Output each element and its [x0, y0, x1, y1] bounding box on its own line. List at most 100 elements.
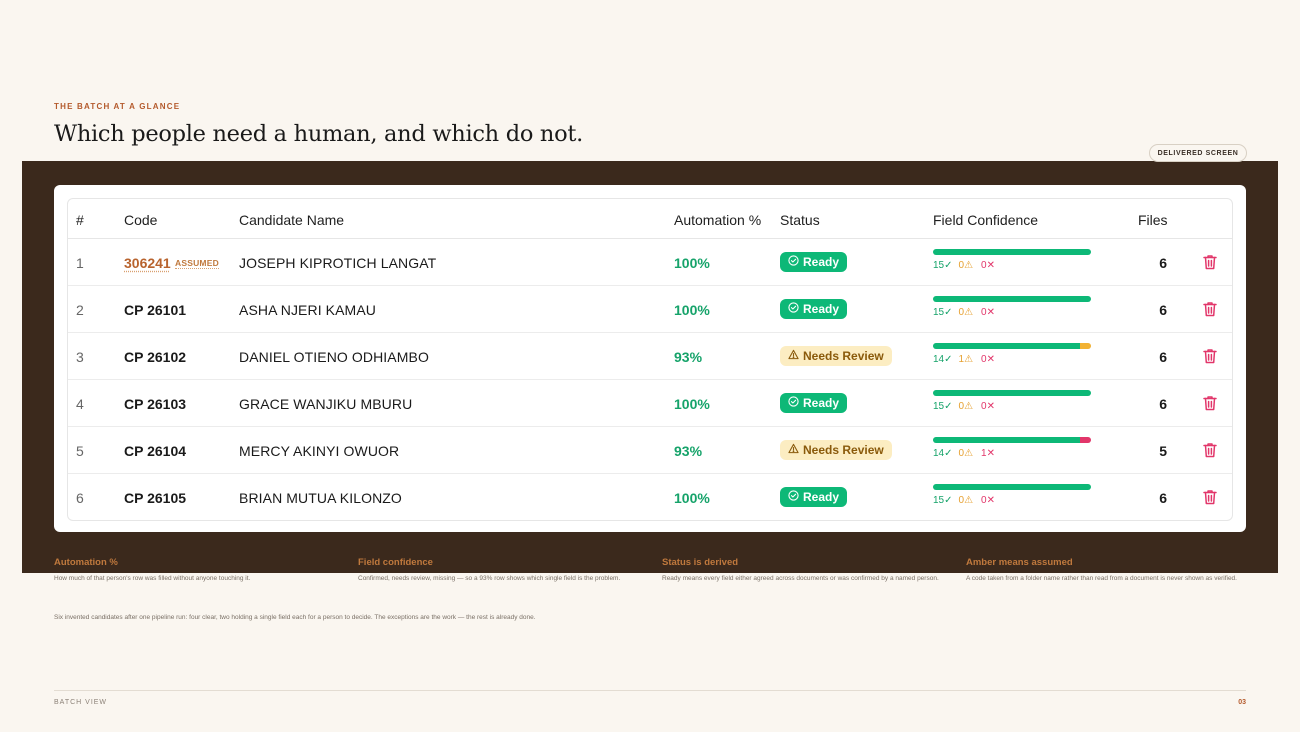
- status-label: Needs Review: [803, 349, 884, 363]
- confidence-segment: [933, 343, 1081, 349]
- file-count: 5: [1159, 443, 1167, 459]
- status-badge: Ready: [780, 299, 848, 321]
- col-header-name[interactable]: Candidate Name: [239, 212, 344, 228]
- confirmed-count: 14✓: [933, 448, 953, 459]
- status-label: Ready: [803, 396, 840, 410]
- confirmed-count: 15✓: [933, 495, 953, 506]
- missing-count: 0✕: [981, 401, 995, 412]
- candidate-code: CP 26104: [124, 443, 187, 459]
- warning-triangle-icon: [788, 442, 799, 462]
- status-label: Ready: [803, 490, 840, 504]
- check-circle-icon: [788, 254, 799, 274]
- footnote: Six invented candidates after one pipeli…: [54, 614, 536, 621]
- automation-percent: 100%: [674, 302, 710, 318]
- review-count: 0⚠: [958, 495, 974, 506]
- file-count: 6: [1159, 490, 1167, 506]
- eyebrow: THE BATCH AT A GLANCE: [54, 102, 181, 111]
- candidate-name[interactable]: ASHA NJERI KAMAU: [239, 302, 376, 318]
- missing-count: 1✕: [981, 448, 995, 459]
- trash-icon[interactable]: [1203, 442, 1217, 458]
- note-title: Automation %: [54, 557, 118, 568]
- confidence-segment: [933, 484, 1091, 490]
- row-number: 2: [76, 302, 84, 318]
- col-header-status[interactable]: Status: [780, 212, 820, 228]
- file-count: 6: [1159, 349, 1167, 365]
- automation-percent: 100%: [674, 490, 710, 506]
- check-circle-icon: [788, 489, 799, 509]
- status-badge: Ready: [780, 487, 848, 509]
- candidate-name[interactable]: DANIEL OTIENO ODHIAMBO: [239, 349, 429, 365]
- col-header-number: #: [76, 212, 84, 228]
- col-header-files[interactable]: Files: [1138, 212, 1168, 228]
- row-number: 1: [76, 255, 84, 271]
- page-number: 03: [1238, 699, 1246, 706]
- note-automation: Automation % How much of that person's r…: [54, 557, 334, 584]
- col-header-automation[interactable]: Automation %: [674, 212, 761, 228]
- col-header-code[interactable]: Code: [124, 212, 157, 228]
- field-confidence: 15✓ 0⚠ 0✕: [933, 390, 1093, 412]
- field-confidence: 15✓ 0⚠ 0✕: [933, 484, 1093, 506]
- confidence-segment: [933, 249, 1091, 255]
- candidate-name[interactable]: GRACE WANJIKU MBURU: [239, 396, 412, 412]
- table-row[interactable]: 6 CP 26105 BRIAN MUTUA KILONZO 100% Ready 15✓…: [68, 474, 1232, 520]
- candidate-code: CP 26102: [124, 349, 187, 365]
- trash-icon[interactable]: [1203, 301, 1217, 317]
- review-count: 1⚠: [958, 354, 974, 365]
- missing-count: 0✕: [981, 307, 995, 318]
- trash-icon[interactable]: [1203, 395, 1217, 411]
- review-count: 0⚠: [958, 401, 974, 412]
- note-body: Confirmed, needs review, missing — so a …: [358, 575, 621, 582]
- confidence-bar: [933, 437, 1091, 443]
- candidate-name[interactable]: MERCY AKINYI OWUOR: [239, 443, 399, 459]
- automation-percent: 93%: [674, 443, 703, 459]
- confirmed-count: 15✓: [933, 307, 953, 318]
- note-field-confidence: Field confidence Confirmed, needs review…: [358, 557, 638, 584]
- status-badge: Needs Review: [780, 346, 892, 366]
- missing-count: 0✕: [981, 495, 995, 506]
- batch-table: # Code Candidate Name Automation % Statu…: [67, 198, 1233, 521]
- trash-icon[interactable]: [1203, 489, 1217, 505]
- missing-count: 0✕: [981, 260, 995, 271]
- review-count: 0⚠: [958, 448, 974, 459]
- warning-triangle-icon: [788, 348, 799, 368]
- col-header-field-confidence[interactable]: Field Confidence: [933, 212, 1038, 228]
- table-row[interactable]: 4 CP 26103 GRACE WANJIKU MBURU 100% Ready 15✓…: [68, 380, 1232, 427]
- candidate-code[interactable]: 306241: [124, 255, 171, 271]
- candidate-code: CP 26105: [124, 490, 187, 506]
- check-circle-icon: [788, 301, 799, 321]
- status-label: Ready: [803, 302, 840, 316]
- note-title: Field confidence: [358, 557, 433, 568]
- status-label: Needs Review: [803, 443, 884, 457]
- automation-percent: 100%: [674, 255, 710, 271]
- confirmed-count: 14✓: [933, 354, 953, 365]
- trash-icon[interactable]: [1203, 254, 1217, 270]
- confidence-segment: [933, 437, 1081, 443]
- table-row[interactable]: 2 CP 26101 ASHA NJERI KAMAU 100% Ready 15✓ 0⚠ 0…: [68, 286, 1232, 333]
- candidate-code: CP 26101: [124, 302, 187, 318]
- file-count: 6: [1159, 302, 1167, 318]
- confidence-bar: [933, 296, 1091, 302]
- review-count: 0⚠: [958, 260, 974, 271]
- candidate-name[interactable]: JOSEPH KIPROTICH LANGAT: [239, 255, 436, 271]
- note-status: Status is derived Ready means every fiel…: [662, 557, 942, 584]
- confidence-segment: [1080, 437, 1091, 443]
- table-row[interactable]: 3 CP 26102 DANIEL OTIENO ODHIAMBO 93% Needs …: [68, 333, 1232, 380]
- trash-icon[interactable]: [1203, 348, 1217, 364]
- status-badge: Ready: [780, 393, 848, 413]
- missing-count: 0✕: [981, 354, 995, 365]
- file-count: 6: [1159, 255, 1167, 271]
- table-row[interactable]: 1 306241 ASSUMED JOSEPH KIPROTICH LANGAT 100…: [68, 239, 1232, 286]
- candidate-name[interactable]: BRIAN MUTUA KILONZO: [239, 490, 402, 506]
- confidence-segment: [933, 390, 1091, 396]
- row-number: 6: [76, 490, 84, 506]
- status-label: Ready: [803, 255, 840, 269]
- note-title: Amber means assumed: [966, 557, 1073, 568]
- field-confidence: 14✓ 1⚠ 0✕: [933, 343, 1093, 365]
- footer-divider: [54, 690, 1246, 691]
- note-amber: Amber means assumed A code taken from a …: [966, 557, 1246, 584]
- table-row[interactable]: 5 CP 26104 MERCY AKINYI OWUOR 93% Needs Revi…: [68, 427, 1232, 474]
- page-title: Which people need a human, and which do …: [54, 121, 583, 147]
- delivered-screen-pill: DELIVERED SCREEN: [1149, 144, 1247, 162]
- note-body: Ready means every field either agreed ac…: [662, 575, 939, 582]
- status-badge: Ready: [780, 252, 848, 274]
